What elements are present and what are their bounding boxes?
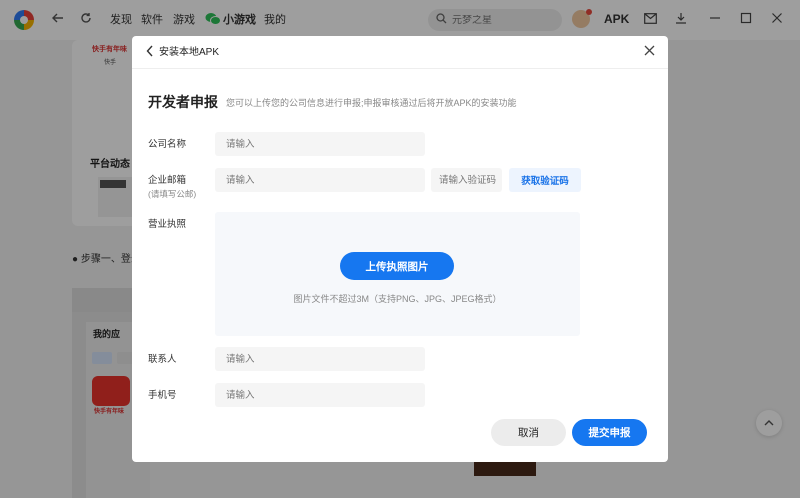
- license-upload-area[interactable]: 上传执照图片 图片文件不超过3M（支持PNG、JPG、JPEG格式）: [215, 212, 580, 336]
- contact-label: 联系人: [148, 354, 177, 365]
- phone-label: 手机号: [148, 390, 177, 401]
- license-label: 营业执照: [148, 219, 187, 230]
- upload-license-button[interactable]: 上传执照图片: [340, 252, 454, 280]
- get-code-button[interactable]: 获取验证码: [509, 168, 581, 192]
- install-apk-dialog: 安装本地APK 开发者申报 您可以上传您的公司信息进行申报;申报审核通过后将开放…: [132, 36, 668, 462]
- phone-input[interactable]: [215, 383, 425, 407]
- company-name-input[interactable]: [215, 132, 425, 156]
- cancel-button[interactable]: 取消: [491, 419, 566, 446]
- verification-code-input[interactable]: [431, 168, 502, 192]
- page-subtitle: 您可以上传您的公司信息进行申报;申报审核通过后将开放APK的安装功能: [226, 98, 517, 108]
- dialog-title: 安装本地APK: [159, 47, 220, 58]
- email-label: 企业邮箱: [148, 175, 187, 186]
- upload-hint: 图片文件不超过3M（支持PNG、JPG、JPEG格式）: [293, 294, 502, 304]
- page-title: 开发者申报: [148, 94, 218, 110]
- submit-button[interactable]: 提交申报: [572, 419, 647, 446]
- email-sublabel: (请填写公邮): [148, 189, 197, 199]
- dialog-header: 安装本地APK: [132, 36, 668, 69]
- chevron-left-icon[interactable]: [146, 45, 154, 60]
- email-input[interactable]: [215, 168, 425, 192]
- contact-input[interactable]: [215, 347, 425, 371]
- company-name-label: 公司名称: [148, 139, 187, 150]
- close-icon[interactable]: [644, 44, 655, 60]
